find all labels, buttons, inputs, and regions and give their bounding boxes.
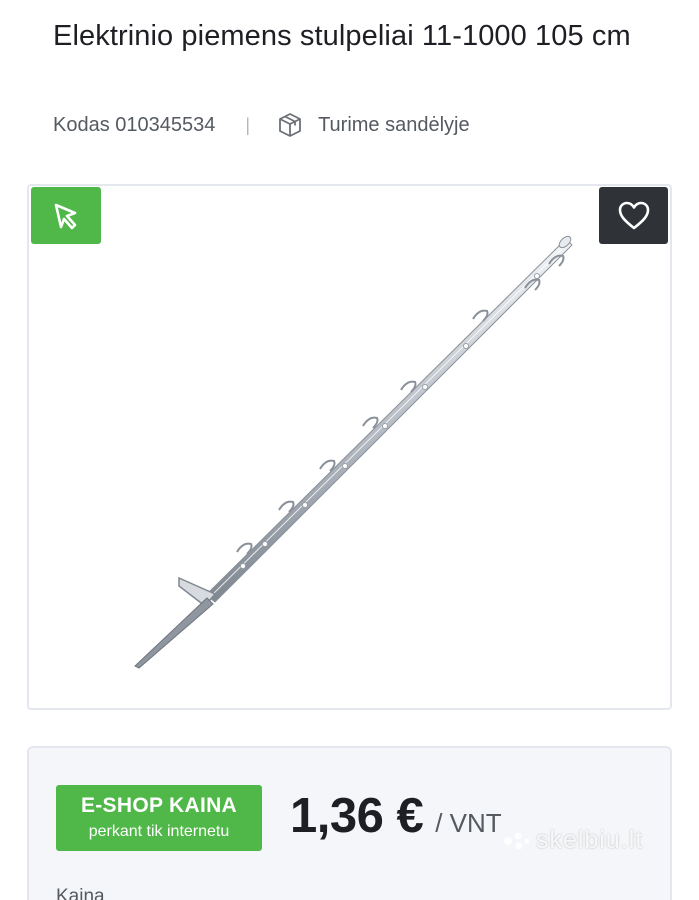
price-unit: / VNT: [435, 808, 502, 838]
price-label: Kaina: [56, 886, 105, 900]
favorite-button[interactable]: [599, 187, 668, 244]
stock-status: Turime sandėlyje: [318, 113, 470, 136]
product-image: [134, 235, 573, 669]
eshop-badge-title: E-SHOP KAINA: [80, 794, 238, 817]
cursor-click-icon: [31, 187, 101, 244]
eshop-badge-subtitle: perkant tik internetu: [88, 823, 230, 840]
product-meta: Kodas 010345534 | Turime sandėlyje: [53, 108, 470, 142]
watermark-text: skelbiu.lt: [536, 826, 644, 854]
product-code: Kodas 010345534: [53, 113, 216, 136]
box-icon: [276, 111, 304, 139]
price-amount: 1,36 €: [290, 789, 424, 843]
product-title: Elektrinio piemens stulpeliai 11-1000 10…: [53, 20, 631, 52]
price-display: 1,36 € / VNT: [290, 788, 502, 844]
skelbiu-logo-icon: [502, 830, 530, 852]
product-image-card[interactable]: [27, 184, 672, 710]
price-card: E-SHOP KAINA perkant tik internetu 1,36 …: [27, 746, 672, 900]
watermark: skelbiu.lt: [502, 826, 643, 855]
meta-separator: |: [245, 114, 251, 135]
heart-icon: [618, 201, 649, 229]
eshop-price-badge: E-SHOP KAINA perkant tik internetu: [56, 785, 262, 851]
